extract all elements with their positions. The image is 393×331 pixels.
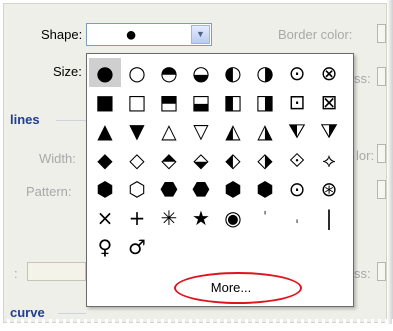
color-label: lor: [356,148,375,163]
right-field-4[interactable] [377,262,386,281]
shape-empty-cell [185,232,217,261]
shape-option[interactable]: ◭ [217,116,249,145]
shape-option[interactable]: ▲ [89,116,121,145]
pattern-label: Pattern: [26,184,72,199]
shape-option[interactable]: ⊛ [313,174,345,203]
shape-empty-cell [153,232,185,261]
shape-option[interactable]: ˈ [249,203,281,232]
ss-label-2: ss: [354,266,371,281]
shape-option[interactable]: ◑ [249,58,281,87]
shape-option[interactable]: ⬓ [185,87,217,116]
shape-option[interactable]: ◉ [217,203,249,232]
page-edge-shadow [387,0,393,331]
shape-option[interactable]: ⊙ [281,174,313,203]
shape-option[interactable]: ▼ [121,116,153,145]
shape-option[interactable]: ⬢ [217,174,249,203]
shape-option[interactable]: × [89,203,121,232]
shape-option[interactable]: ♂ [121,232,153,261]
shape-option[interactable]: ⧨ [281,116,313,145]
shape-option[interactable]: ◐ [217,58,249,87]
curve-divider [58,313,86,314]
shape-option[interactable]: ⟐ [281,145,313,174]
shape-option[interactable]: ⬗ [249,145,281,174]
shape-option[interactable]: ◓ [153,58,185,87]
ss-label-1: ss: [354,71,371,86]
shape-option[interactable]: ◮ [249,116,281,145]
shape-option[interactable]: ⬒ [153,87,185,116]
shape-option[interactable]: ■ [89,87,121,116]
shape-option[interactable]: ⧩ [313,116,345,145]
shape-option[interactable]: ⟡ [313,145,345,174]
shape-empty-cell [313,232,345,261]
shape-option[interactable]: ♀ [89,232,121,261]
shape-option[interactable]: ⊠ [313,87,345,116]
shape-option[interactable]: ◒ [185,58,217,87]
shape-option[interactable]: ⬢ [89,174,121,203]
shape-empty-cell [249,232,281,261]
lines-divider [56,120,86,121]
shape-empty-cell [217,232,249,261]
shape-option[interactable]: ⬣ [185,174,217,203]
chevron-down-icon[interactable]: ▼ [191,25,210,44]
shape-option[interactable]: ○ [121,58,153,87]
shape-option[interactable]: ● [89,58,121,87]
more-button[interactable]: More... [195,277,267,297]
shape-option[interactable]: ⊡ [281,87,313,116]
torn-edge [0,319,393,331]
shape-option[interactable]: □ [121,87,153,116]
size-label: Size: [53,64,82,79]
curve-section-title: curve [10,305,45,320]
right-field-3[interactable] [377,180,386,199]
shape-option[interactable]: ✳ [153,203,185,232]
shape-option[interactable]: ◨ [249,87,281,116]
lines-section-title: lines [10,112,40,127]
border-color-label: Border color: [278,27,353,42]
shape-option[interactable]: ⬣ [153,174,185,203]
lower-left-field[interactable] [27,262,86,281]
shape-option[interactable]: ⬖ [217,145,249,174]
width-label: Width: [39,151,76,166]
shape-option[interactable]: △ [153,116,185,145]
shape-option[interactable]: ⬡ [121,174,153,203]
shape-option[interactable]: ⊗ [313,58,345,87]
shape-empty-cell [281,232,313,261]
shape-label: Shape: [41,27,83,42]
shape-picker-popup: ● ○ ◓ ◒ ◐ ◑ ⊙ ⊗ ■ □ ⬒ ⬓ ◧ ◨ ⊡ ⊠ ▲ ▼ △ ▽ ◭ ◮ ⧨ ⧩ ◆ ◇ ⬘ ⬙ ⬖ ⬗ ⟐ ⟡ ⬢ ⬡ ⬣ ⬣ ⬢ ⬢ ⊙ ⊛… [86,53,354,307]
shape-option[interactable]: ⬘ [153,145,185,174]
shape-option[interactable]: | [313,203,345,232]
shape-option[interactable]: ★ [185,203,217,232]
shape-option[interactable]: ◧ [217,87,249,116]
shape-grid: ● ○ ◓ ◒ ◐ ◑ ⊙ ⊗ ■ □ ⬒ ⬓ ◧ ◨ ⊡ ⊠ ▲ ▼ △ ▽ ◭ ◮ ⧨ ⧩ ◆ ◇ ⬘ ⬙ ⬖ ⬗ ⟐ ⟡ ⬢ ⬡ ⬣ ⬣ ⬢ ⬢ ⊙ ⊛… [89,58,345,261]
border-color-picker[interactable] [377,24,386,43]
shape-option[interactable]: ◆ [89,145,121,174]
shape-combobox[interactable]: ● ▼ [86,23,212,46]
shape-option[interactable]: ◇ [121,145,153,174]
shape-option[interactable]: ⬢ [249,174,281,203]
right-field-2[interactable] [377,144,386,163]
field-label-partial: : [14,266,18,281]
shape-option[interactable]: + [121,203,153,232]
shape-option[interactable]: ˌ [281,203,313,232]
right-field-1[interactable] [377,67,386,86]
selected-shape-value: ● [125,24,138,46]
shape-option[interactable]: ⊙ [281,58,313,87]
shape-option[interactable]: ⬙ [185,145,217,174]
shape-option[interactable]: ▽ [185,116,217,145]
